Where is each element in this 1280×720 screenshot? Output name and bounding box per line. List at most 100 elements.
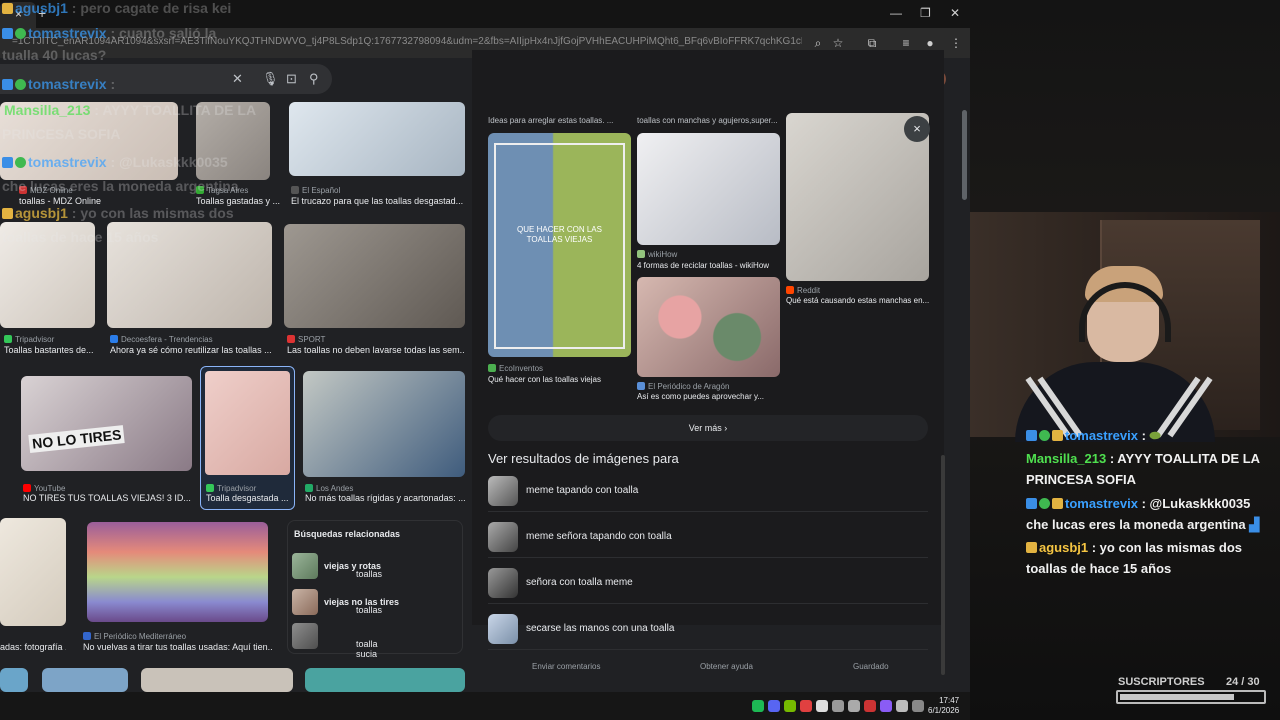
result-caption[interactable]: Así es como puedes aprovechar y...	[637, 392, 782, 401]
panel-scrollbar[interactable]	[941, 455, 945, 675]
result-caption[interactable]: adas: fotografía ...	[0, 642, 66, 652]
image-result[interactable]	[107, 222, 272, 328]
favicon-icon	[4, 335, 12, 343]
favicon-icon	[488, 364, 496, 372]
result-caption[interactable]: toallas - MDZ Online	[19, 196, 169, 206]
suggestion-row[interactable]: meme señora tapando con toalla	[488, 516, 928, 558]
volume-icon[interactable]	[896, 700, 908, 712]
preview-top-caption[interactable]: toallas con manchas y agujeros,super...	[637, 116, 782, 125]
discord-icon[interactable]	[768, 700, 780, 712]
preview-image-wikihow[interactable]	[637, 133, 780, 245]
image-result[interactable]: NO LO TIRES	[21, 376, 192, 471]
image-result[interactable]	[196, 102, 270, 180]
result-caption[interactable]: Toallas gastadas y ...	[196, 196, 280, 206]
result-caption[interactable]: Ahora ya sé cómo reutilizar las toallas …	[110, 345, 272, 355]
image-result[interactable]	[141, 668, 293, 692]
result-caption[interactable]: El trucazo para que las toallas desgasta…	[291, 196, 465, 206]
screen: × + — ❐ ✕ =1CTJITC_enAR1094AR1094&sxsrf=…	[0, 0, 1280, 720]
youtube-icon	[23, 484, 31, 492]
favicon-icon	[83, 632, 91, 640]
minimize-icon[interactable]: —	[890, 6, 902, 20]
image-result[interactable]	[289, 102, 465, 176]
search-icon[interactable]: ⚲	[309, 71, 319, 87]
image-result[interactable]	[0, 222, 95, 328]
subs-goal-bar	[1116, 690, 1266, 704]
app-icon[interactable]	[880, 700, 892, 712]
maximize-icon[interactable]: ❐	[920, 6, 931, 20]
clock-date: 6/1/2026	[928, 706, 960, 715]
image-result[interactable]	[0, 518, 66, 626]
favicon-icon	[206, 484, 214, 492]
related-item[interactable]: toalla sucia	[292, 623, 462, 659]
selected-thumbnail	[205, 371, 290, 475]
preview-top-caption[interactable]: Ideas para arreglar estas toallas. ...	[488, 116, 628, 125]
ver-mas-button[interactable]: Ver más ›	[488, 415, 928, 441]
image-result[interactable]	[0, 102, 178, 180]
favicon-icon	[287, 335, 295, 343]
voice-search-icon[interactable]: 🎙	[262, 71, 279, 87]
subs-goal-count: 24 / 30	[1226, 676, 1260, 688]
preview-image-aragon[interactable]	[637, 277, 780, 377]
suggestion-thumb	[488, 476, 518, 506]
preview-image-ecoinventos[interactable]: QUE HACER CON LAS TOALLAS VIEJAS	[488, 133, 631, 357]
tab-active[interactable]: ×	[0, 2, 36, 28]
suggestion-row[interactable]: señora con toalla meme	[488, 562, 928, 604]
related-thumb	[292, 589, 318, 615]
suggestion-row[interactable]: secarse las manos con una toalla	[488, 608, 928, 650]
menu-kebab-icon[interactable]: ⋮	[948, 35, 964, 51]
result-caption[interactable]: Toalla desgastada ...	[206, 493, 292, 503]
media-icon[interactable]: ≡	[898, 35, 914, 51]
record-icon[interactable]	[864, 700, 876, 712]
search-box[interactable]: ✕ 🎙 ⊡ ⚲	[0, 64, 332, 94]
result-caption[interactable]: Qué hacer con las toallas viejas	[488, 375, 633, 384]
spotify-icon[interactable]	[752, 700, 764, 712]
url-field[interactable]: =1CTJITC_enAR1094AR1094&sxsrf=AE3TifNouY…	[12, 36, 802, 47]
result-source: Decoesfera - Trendencias	[110, 335, 213, 344]
taskbar-clock[interactable]: 17:47 6/1/2026	[928, 696, 959, 716]
result-caption[interactable]: NO TIRES TUS TOALLAS VIEJAS! 3 ID...	[23, 493, 193, 503]
extensions-icon[interactable]: ⧉	[864, 35, 880, 51]
result-source: Reddit	[786, 286, 820, 295]
close-preview-button[interactable]: ×	[904, 116, 930, 142]
result-caption[interactable]: Toallas bastantes de...	[4, 345, 99, 355]
network-icon[interactable]	[912, 700, 924, 712]
result-source: El Periódico Mediterráneo	[83, 632, 186, 641]
related-item[interactable]: toallas viejas no las tires	[292, 589, 462, 615]
subs-goal-label: SUSCRIPTORES	[1118, 676, 1205, 688]
suggestion-row[interactable]: meme tapando con toalla	[488, 470, 928, 512]
lens-icon[interactable]: ⊡	[286, 71, 297, 87]
close-window-icon[interactable]: ✕	[950, 6, 960, 20]
new-tab-button[interactable]: +	[38, 5, 46, 21]
image-result[interactable]	[42, 668, 128, 692]
result-caption[interactable]: Las toallas no deben lavarse todas las s…	[287, 345, 465, 355]
ver-resultados-title: Ver resultados de imágenes para	[488, 451, 679, 466]
app-icon[interactable]	[832, 700, 844, 712]
related-item[interactable]: toallas viejas y rotas	[292, 553, 462, 579]
app-icon[interactable]	[800, 700, 812, 712]
clear-search-icon[interactable]: ✕	[232, 71, 243, 87]
image-result[interactable]	[284, 224, 465, 328]
image-result[interactable]	[303, 371, 465, 477]
page-scrollbar[interactable]	[962, 110, 967, 200]
nvidia-icon[interactable]	[784, 700, 796, 712]
result-caption[interactable]: No vuelvas a tirar tus toallas usadas: A…	[83, 642, 273, 652]
result-source: El Periódico de Aragón	[637, 382, 729, 391]
get-help-link[interactable]: Obtener ayuda	[700, 662, 753, 671]
result-caption[interactable]: No más toallas rígidas y acartonadas: ..…	[305, 493, 465, 503]
app-icon[interactable]	[816, 700, 828, 712]
tab-strip: × + — ❐ ✕	[0, 0, 970, 28]
image-result[interactable]	[0, 668, 28, 692]
profile-icon[interactable]: ●	[922, 35, 938, 51]
favicon-icon	[110, 335, 118, 343]
image-result[interactable]	[87, 522, 268, 622]
send-feedback-link[interactable]: Enviar comentarios	[532, 662, 600, 671]
bookmark-star-icon[interactable]: ☆	[830, 35, 846, 51]
saved-link[interactable]: Guardado	[853, 662, 889, 671]
zoom-icon[interactable]: ⌕	[810, 35, 826, 51]
tab-close-icon[interactable]: ×	[15, 7, 22, 21]
app-icon[interactable]	[848, 700, 860, 712]
result-caption[interactable]: Qué está causando estas manchas en...	[786, 296, 931, 305]
result-caption[interactable]: 4 formas de reciclar toallas - wikiHow	[637, 261, 782, 270]
favicon-icon	[196, 186, 204, 194]
image-result[interactable]	[305, 668, 465, 692]
